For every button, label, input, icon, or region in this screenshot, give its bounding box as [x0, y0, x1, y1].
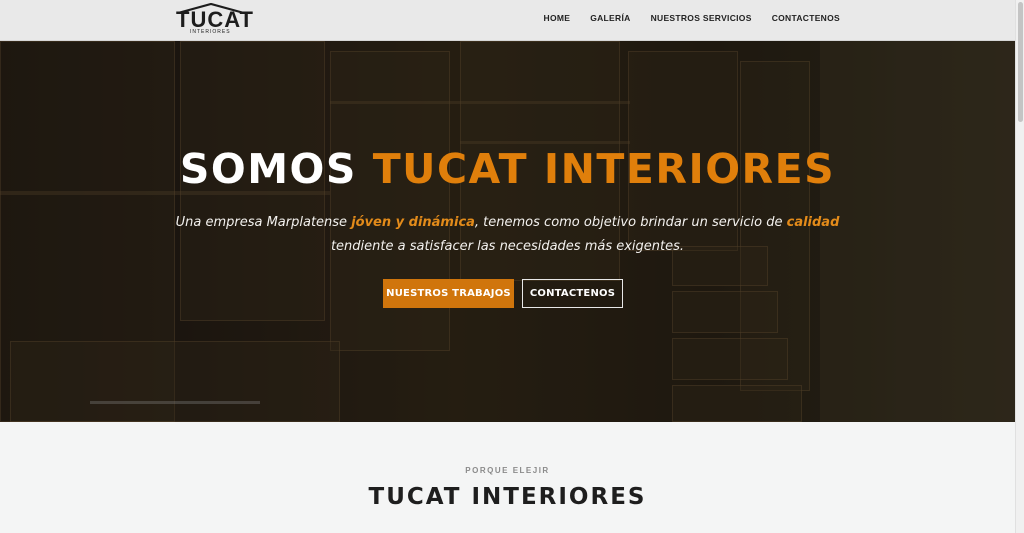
scrollbar-thumb[interactable] — [1018, 2, 1023, 122]
nav-contactenos[interactable]: CONTACTENOS — [772, 13, 840, 23]
why-choose-section: PORQUE ELEJIR TUCAT INTERIORES — [0, 422, 1015, 533]
nav-galeria[interactable]: GALERÍA — [590, 13, 630, 23]
logo-subtext: INTERIORES — [190, 29, 231, 35]
nav-servicios[interactable]: NUESTROS SERVICIOS — [651, 13, 752, 23]
main-nav: HOME GALERÍA NUESTROS SERVICIOS CONTACTE… — [544, 13, 841, 23]
section-title: TUCAT INTERIORES — [368, 484, 647, 510]
hero-text-b: , tenemos como objetivo brindar un servi… — [474, 215, 787, 230]
site-logo[interactable]: TUCAT INTERIORES — [176, 3, 253, 37]
hero-title-accent: TUCAT INTERIORES — [372, 145, 836, 193]
hero-title-part1: SOMOS — [179, 145, 373, 193]
contactenos-button[interactable]: CONTACTENOS — [522, 279, 623, 308]
page: TUCAT INTERIORES HOME GALERÍA NUESTROS S… — [0, 0, 1024, 533]
section-kicker: PORQUE ELEJIR — [465, 466, 550, 475]
site-header: TUCAT INTERIORES HOME GALERÍA NUESTROS S… — [0, 0, 1015, 41]
logo-text: TUCAT — [176, 7, 254, 32]
hero-text-a: Una empresa Marplatense — [175, 215, 352, 230]
hero-highlight-1: jóven y dinámica — [351, 215, 475, 230]
nuestros-trabajos-button[interactable]: NUESTROS TRABAJOS — [383, 279, 514, 308]
hero-text-c: tendiente a satisfacer las necesidades m… — [330, 239, 685, 254]
hero-description: Una empresa Marplatense jóven y dinámica… — [170, 211, 845, 259]
hero-section: SOMOS TUCAT INTERIORES Una empresa Marpl… — [0, 41, 1015, 422]
hero-highlight-2: calidad — [786, 215, 840, 230]
nav-home[interactable]: HOME — [544, 13, 571, 23]
page-scrollbar[interactable] — [1015, 0, 1024, 533]
hero-title: SOMOS TUCAT INTERIORES — [0, 145, 1015, 193]
